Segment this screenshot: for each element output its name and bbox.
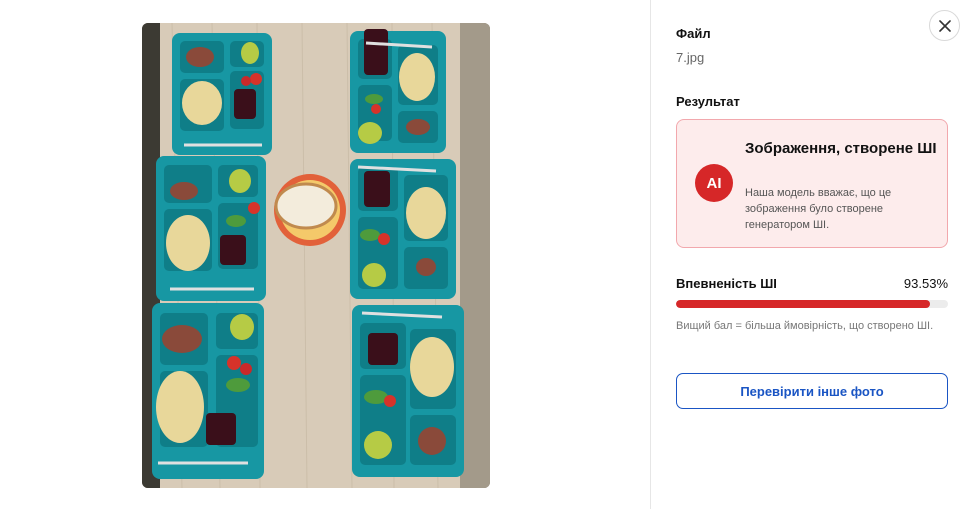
file-label: Файл — [676, 26, 711, 41]
tray-left-3 — [152, 303, 264, 479]
tray-right-3 — [352, 305, 464, 477]
uploaded-photo — [142, 23, 490, 488]
bread-plate — [274, 174, 346, 246]
file-name: 7.jpg — [676, 50, 705, 65]
check-another-photo-button[interactable]: Перевірити інше фото — [676, 373, 948, 409]
tray-right-1 — [350, 29, 446, 153]
tray-right-2 — [350, 159, 456, 299]
result-label: Результат — [676, 94, 740, 109]
tray-left-2 — [156, 156, 266, 301]
confidence-value: 93.53% — [903, 276, 948, 291]
result-description: Наша модель вважає, що це зображення бул… — [745, 187, 892, 231]
close-icon — [938, 19, 951, 32]
photo-illustration — [142, 23, 490, 488]
confidence-bar — [676, 300, 948, 308]
result-panel: Файл 7.jpg Результат AI Зображення, ство… — [651, 0, 974, 509]
confidence-bar-fill — [676, 300, 931, 308]
close-button[interactable] — [929, 10, 960, 41]
result-title: Зображення, створене ШІ — [745, 140, 937, 157]
image-preview-area — [0, 0, 650, 509]
ai-badge-icon: AI — [695, 164, 733, 202]
confidence-hint: Вищий бал = більша ймовірність, що створ… — [676, 320, 934, 332]
confidence-label: Впевненість ШІ — [676, 276, 777, 291]
result-card: AI Зображення, створене ШІ Наша модель в… — [676, 119, 948, 248]
tray-left-1 — [172, 33, 272, 155]
